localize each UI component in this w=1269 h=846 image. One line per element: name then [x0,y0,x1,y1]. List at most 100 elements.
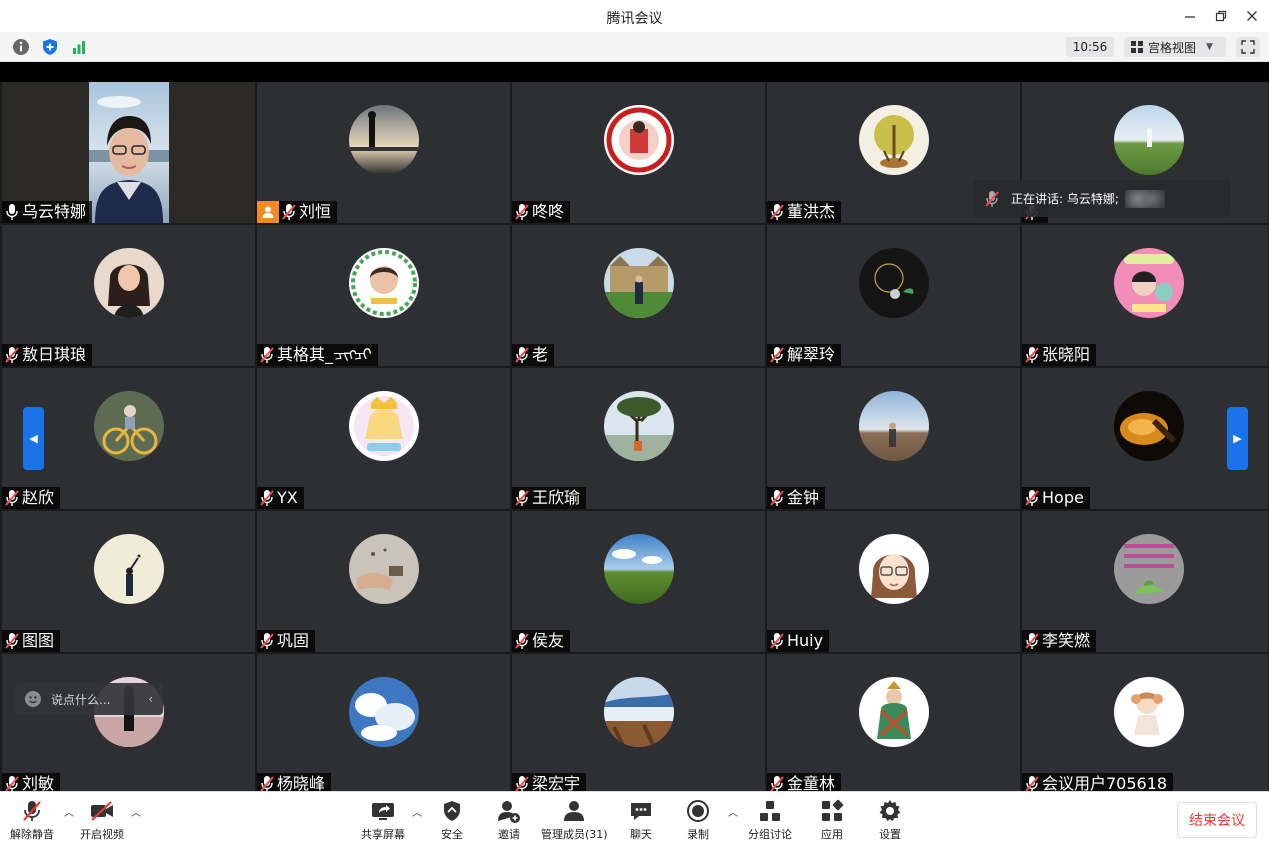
gear-icon [879,800,901,821]
chevron-left-icon[interactable]: ‹ [148,692,153,706]
meeting-clock: 10:56 [1066,37,1114,57]
view-mode-dropdown[interactable]: 宫格视图 ▼ [1124,37,1226,57]
participant-nametag: 金童林 [767,773,842,791]
participant-tile[interactable]: 金童林 [767,654,1020,791]
security-status-button[interactable] [40,37,60,57]
minimize-button[interactable] [1178,6,1202,26]
participant-name: 董洪杰 [787,202,836,221]
participant-name: 老 [532,345,549,364]
unmute-button[interactable]: 解除静音 [10,798,54,842]
participant-tile[interactable]: 王欣瑜 [512,368,765,509]
participant-tile[interactable]: 会议用户705618 [1022,654,1268,791]
apps-label: 应用 [821,828,843,841]
chevron-up-icon[interactable]: ︿ [131,804,141,819]
share-screen-button[interactable]: 共享屏幕 [361,798,405,842]
microphone-muted-icon [5,776,19,791]
microphone-muted-icon [515,776,529,791]
start-video-button[interactable]: 开启视频 [80,798,124,842]
participant-name: 敖日琪琅 [22,345,87,364]
chevron-up-icon[interactable]: ︿ [728,804,738,819]
apps-button[interactable]: 应用 [818,798,846,842]
participant-name: 赵欣 [22,488,55,507]
participant-tile[interactable]: 李笑燃 [1022,511,1268,652]
microphone-muted-icon [515,204,529,220]
avatar [348,677,419,747]
participant-tile[interactable]: 咚咚 [512,82,765,223]
avatar [1113,248,1184,318]
settings-label: 设置 [879,828,901,841]
share-screen-icon [372,803,394,820]
info-icon [13,39,29,55]
participant-tile[interactable]: 图图 [2,511,255,652]
participant-tile[interactable]: 乌云特娜 [2,82,255,223]
avatar [348,391,419,461]
participant-tile[interactable]: 刘敏 [2,654,255,791]
next-page-button[interactable]: ▶ [1227,407,1248,470]
microphone-muted-icon [260,490,274,506]
emoji-icon [25,691,41,707]
title-bar: 腾讯会议 [0,0,1269,32]
avatar [603,534,674,604]
breakout-rooms-icon [760,801,780,821]
security-button[interactable]: 安全 [438,798,466,842]
breakout-rooms-button[interactable]: 分组讨论 [748,798,792,842]
microphone-muted-icon [985,190,999,207]
participant-tile[interactable]: 巩固 [257,511,510,652]
manage-members-button[interactable]: 管理成员(31) [541,798,608,842]
participant-tile[interactable]: 敖日琪琅 [2,225,255,366]
active-speaker-text: 正在讲话: 乌云特娜; [1011,192,1119,206]
settings-button[interactable]: 设置 [876,798,904,842]
chevron-down-icon: ▼ [1206,42,1213,52]
network-status-button[interactable] [69,37,89,57]
participant-tile[interactable]: 杨晓峰 [257,654,510,791]
participant-tile[interactable]: 老 [512,225,765,366]
participant-nametag: 图图 [2,630,61,652]
participant-name: 刘敏 [22,774,55,791]
fullscreen-button[interactable] [1236,37,1260,57]
participant-nametag: 刘敏 [2,773,61,791]
participant-nametag: 梁宏宇 [512,773,587,791]
avatar [858,248,929,318]
chat-placeholder: 说点什么... [51,692,111,707]
info-button[interactable] [11,37,31,57]
avatar [603,248,674,318]
microphone-muted-icon [282,204,296,220]
participant-tile[interactable]: Huiy [767,511,1020,652]
record-label: 录制 [687,828,709,841]
participant-tile[interactable]: 刘恒 [257,82,510,223]
microphone-muted-icon [5,347,19,363]
participant-tile[interactable]: 梁宏宇 [512,654,765,791]
participant-tile[interactable]: 侯友 [512,511,765,652]
participant-nametag: Huiy [767,630,830,652]
participant-name: 王欣瑜 [532,488,581,507]
chevron-up-icon[interactable]: ︿ [412,804,422,819]
participant-tile[interactable]: 其格其_ᠴᠢᠭᠴᠢ [257,225,510,366]
chevron-up-icon[interactable]: ︿ [64,804,74,819]
end-meeting-button[interactable]: 结束会议 [1177,802,1257,838]
record-button[interactable]: 录制 [684,798,712,842]
participant-name: 其格其_ᠴᠢᠭᠴᠢ [277,345,372,364]
participant-nametag: 杨晓峰 [257,773,332,791]
participant-tile[interactable]: 张晓阳 [1022,225,1268,366]
chat-button[interactable]: 聊天 [627,798,655,842]
video-top-bar [0,62,1269,82]
participant-name: 咚咚 [532,202,565,221]
participant-nametag: 其格其_ᠴᠢᠭᠴᠢ [257,344,378,366]
microphone-muted-icon [1025,776,1039,791]
participant-name: 金钟 [787,488,820,507]
restore-button[interactable] [1209,6,1233,26]
avatar [858,391,929,461]
avatar [603,105,674,175]
avatar [858,534,929,604]
participant-tile[interactable]: 金钟 [767,368,1020,509]
participant-nametag: 敖日琪琅 [2,344,93,366]
avatar [1113,105,1184,175]
video-off-icon [91,801,113,821]
participant-tile[interactable]: 解翠玲 [767,225,1020,366]
user-icon [262,206,274,218]
close-button[interactable] [1240,6,1264,26]
invite-button[interactable]: 邀请 [495,798,523,842]
participant-tile[interactable]: YX [257,368,510,509]
previous-page-button[interactable]: ◀ [23,407,44,470]
chat-input-bubble[interactable]: 说点什么... ‹ [15,683,163,715]
